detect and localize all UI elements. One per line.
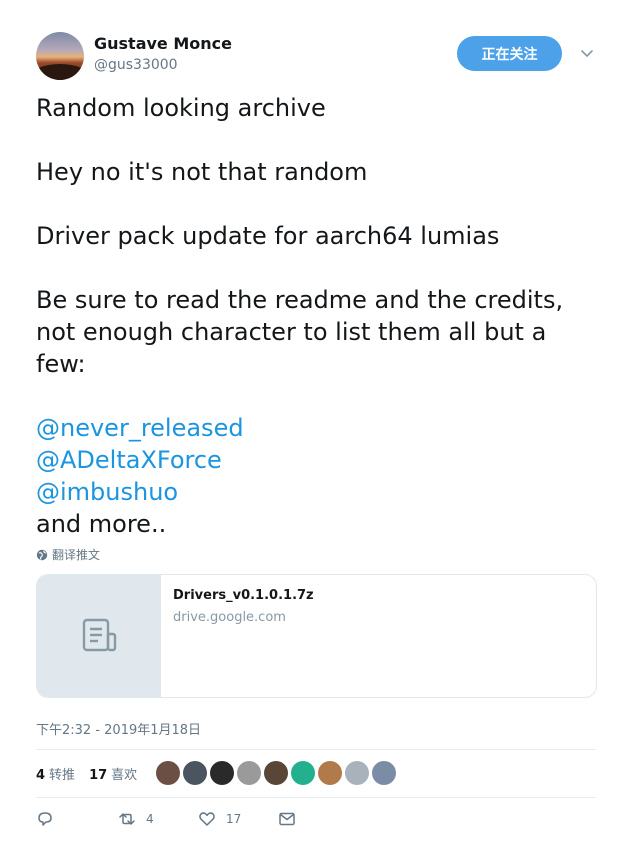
translate-label: 翻译推文	[52, 548, 101, 562]
liker-avatar[interactable]	[237, 761, 261, 785]
liker-avatar[interactable]	[156, 761, 180, 785]
reply-icon	[38, 812, 52, 826]
retweets-label: 转推	[49, 768, 76, 783]
likes-stat[interactable]: 17 喜欢	[89, 764, 137, 783]
link-card[interactable]: Drivers_v0.1.0.1.7z drive.google.com	[36, 574, 597, 698]
tweet-line-2: Hey no it's not that random	[36, 158, 368, 186]
direct-message-button[interactable]	[278, 810, 296, 828]
card-title: Drivers_v0.1.0.1.7z	[173, 588, 314, 603]
chevron-down-icon[interactable]	[578, 44, 596, 62]
like-count: 17	[226, 812, 242, 826]
likes-count: 17	[89, 768, 108, 783]
document-icon	[82, 618, 117, 652]
liker-avatar[interactable]	[264, 761, 288, 785]
tweet-stats: 4 转推 17 喜欢	[36, 764, 137, 783]
avatar[interactable]	[36, 32, 84, 80]
mention-link[interactable]: @never_released	[36, 414, 244, 442]
liker-avatar[interactable]	[345, 761, 369, 785]
tweet-actions: 4 17	[36, 810, 296, 828]
likes-label: 喜欢	[111, 768, 138, 783]
tweet-timestamp[interactable]: 下午2:32 - 2019年1月18日	[36, 719, 201, 738]
user-handle[interactable]: @gus33000	[94, 57, 178, 73]
like-button[interactable]: 17	[198, 810, 278, 828]
translate-tweet-link[interactable]: 翻译推文	[36, 546, 100, 563]
tweet-text: Random looking archive Hey no it's not t…	[36, 92, 596, 540]
liker-avatar[interactable]	[183, 761, 207, 785]
card-domain: drive.google.com	[173, 610, 286, 625]
envelope-icon	[279, 812, 295, 826]
tweet-line-4: Be sure to read the readme and the credi…	[36, 286, 564, 378]
divider	[36, 797, 596, 798]
card-thumbnail	[37, 575, 161, 697]
tweet-line-1: Random looking archive	[36, 94, 326, 122]
liker-avatar[interactable]	[318, 761, 342, 785]
liker-avatar[interactable]	[210, 761, 234, 785]
retweets-count: 4	[36, 768, 46, 783]
divider	[36, 749, 596, 750]
retweet-count: 4	[146, 812, 154, 826]
liker-avatars	[156, 761, 396, 785]
tweet-closing: and more..	[36, 510, 167, 538]
globe-icon	[36, 549, 48, 560]
display-name[interactable]: Gustave Monce	[94, 34, 232, 53]
following-button[interactable]: 正在关注	[457, 36, 562, 71]
tweet-line-3: Driver pack update for aarch64 lumias	[36, 222, 500, 250]
retweets-stat[interactable]: 4 转推	[36, 764, 75, 783]
liker-avatar[interactable]	[291, 761, 315, 785]
heart-icon	[199, 812, 215, 826]
reply-button[interactable]	[36, 810, 118, 828]
liker-avatar[interactable]	[372, 761, 396, 785]
retweet-icon	[119, 813, 135, 825]
retweet-button[interactable]: 4	[118, 810, 198, 828]
mention-link[interactable]: @ADeltaXForce	[36, 446, 222, 474]
mention-link[interactable]: @imbushuo	[36, 478, 178, 506]
